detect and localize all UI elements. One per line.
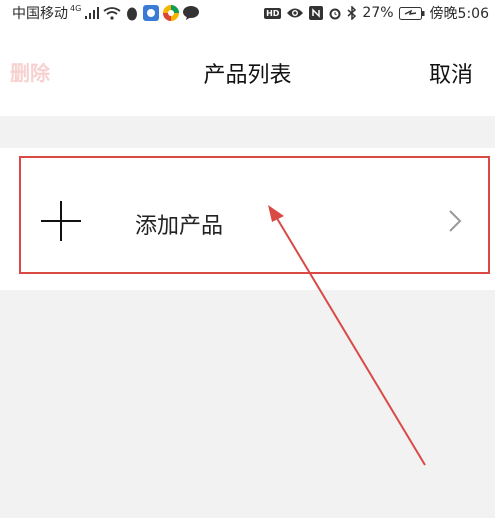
battery-percent: 27% [362, 5, 394, 21]
colorful-app-icon [163, 5, 180, 21]
page-title: 产品列表 [203, 63, 292, 88]
signal-icon [85, 7, 100, 19]
bluetooth-icon [347, 6, 357, 20]
nfc-icon [309, 6, 324, 20]
cancel-button[interactable]: 取消 [429, 57, 473, 89]
alarm-icon [329, 8, 341, 20]
app-notification-icon [143, 5, 160, 21]
status-left: 中国移动 4G [12, 3, 200, 23]
clock: 傍晚5:06 [429, 6, 489, 22]
status-right: HD 27% 傍晚5:06 [264, 3, 489, 23]
hd-badge: HD [264, 7, 282, 19]
qq-penguin-icon [127, 7, 138, 20]
carrier-label: 中国移动 [12, 6, 68, 22]
annotation-highlight-box [19, 156, 490, 274]
delete-button[interactable]: 删除 [10, 57, 50, 86]
network-type: 4G [70, 3, 82, 13]
status-bar: 中国移动 4G HD 27% 傍晚5:06 [0, 0, 495, 24]
eye-icon [287, 8, 304, 18]
nav-bar: 产品列表 删除 取消 [0, 24, 495, 116]
message-icon [183, 6, 200, 20]
status-left-icons [85, 5, 200, 21]
battery-charging-icon [398, 6, 425, 20]
wifi-icon [103, 6, 121, 20]
